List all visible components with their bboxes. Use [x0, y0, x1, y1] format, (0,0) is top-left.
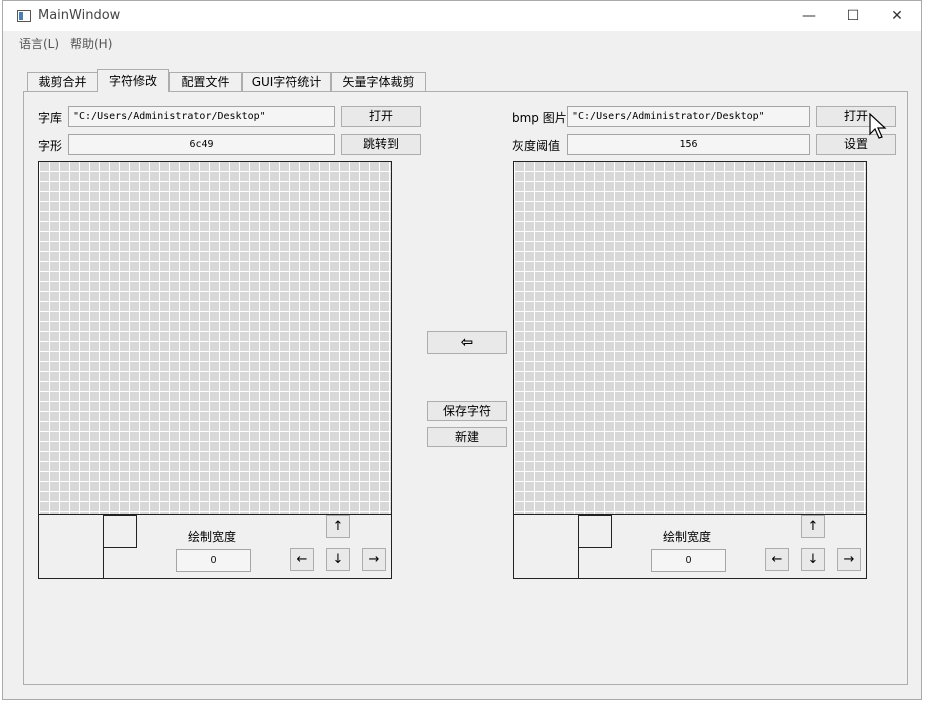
tab-crop-merge[interactable]: 裁剪合并 [27, 72, 98, 92]
menu-language[interactable]: 语言(L) [19, 35, 59, 52]
right-left-button[interactable]: ← [765, 548, 789, 571]
gray-threshold-field[interactable]: 156 [567, 134, 810, 155]
bmp-path-field[interactable]: "C:/Users/Administrator/Desktop" [567, 106, 810, 127]
left-glyph-preview [103, 515, 137, 548]
tab-char-edit[interactable]: 字符修改 [97, 69, 169, 92]
glyph-code-field[interactable]: 6c49 [68, 134, 335, 155]
right-glyph-preview [578, 515, 612, 548]
minimize-button[interactable]: — [787, 5, 831, 27]
left-left-button[interactable]: ← [290, 548, 314, 571]
font-open-button[interactable]: 打开 [341, 106, 421, 127]
menu-help[interactable]: 帮助(H) [70, 35, 112, 52]
window-title: MainWindow [38, 8, 121, 23]
app-icon [17, 10, 31, 22]
right-draw-width-label: 绘制宽度 [663, 530, 712, 544]
right-draw-width-field[interactable]: 0 [651, 549, 726, 572]
tab-config-file[interactable]: 配置文件 [169, 72, 242, 92]
left-down-button[interactable]: ↓ [326, 548, 350, 571]
copy-to-left-button[interactable]: ⇦ [427, 331, 507, 354]
title-bar: MainWindow — ☐ ✕ [3, 1, 921, 31]
save-char-button[interactable]: 保存字符 [427, 401, 507, 421]
left-draw-width-field[interactable]: 0 [176, 549, 251, 572]
maximize-button[interactable]: ☐ [831, 5, 875, 27]
left-draw-width-label: 绘制宽度 [188, 530, 237, 544]
gray-threshold-label: 灰度阈值 [512, 139, 561, 153]
right-right-button[interactable]: → [837, 548, 861, 571]
tab-vector-font-crop[interactable]: 矢量字体裁剪 [331, 72, 426, 92]
glyph-label: 字形 [38, 139, 63, 153]
right-up-button[interactable]: ↑ [801, 515, 825, 538]
close-button[interactable]: ✕ [875, 5, 919, 27]
arrow-left-icon: ⇦ [460, 333, 474, 351]
menu-bar: 语言(L) 帮助(H) [3, 31, 921, 53]
bmp-image-label: bmp 图片 [512, 111, 567, 125]
font-library-label: 字库 [38, 111, 63, 125]
new-button[interactable]: 新建 [427, 427, 507, 447]
font-path-field[interactable]: "C:/Users/Administrator/Desktop" [68, 106, 335, 127]
mouse-cursor-icon [869, 113, 887, 139]
tab-gui-char-stats[interactable]: GUI字符统计 [242, 72, 331, 92]
right-down-button[interactable]: ↓ [801, 548, 825, 571]
left-right-button[interactable]: → [362, 548, 386, 571]
jump-to-button[interactable]: 跳转到 [341, 134, 421, 155]
left-up-button[interactable]: ↑ [326, 515, 350, 538]
right-glyph-grid[interactable] [513, 161, 867, 515]
left-glyph-grid[interactable] [38, 161, 392, 515]
